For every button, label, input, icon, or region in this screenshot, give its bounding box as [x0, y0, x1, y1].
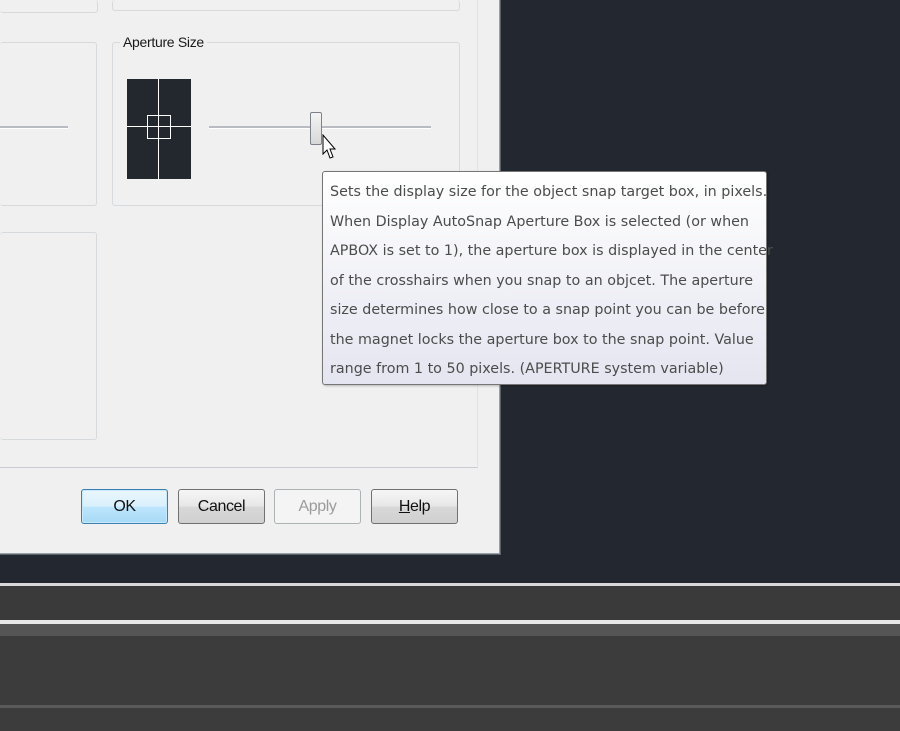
cancel-button-label: Cancel — [197, 497, 246, 515]
tooltip-line: the magnet locks the aperture box to the… — [330, 331, 754, 348]
tooltip-line: size determines how close to a snap poin… — [330, 302, 765, 318]
cancel-button[interactable]: Cancel — [178, 489, 265, 524]
aperture-size-tooltip: Sets the display size for the object sna… — [322, 171, 773, 385]
help-button[interactable]: Help — [371, 489, 458, 524]
tooltip-line: When Display AutoSnap Aperture Box is se… — [330, 213, 749, 230]
drafting-settings-group — [0, 232, 97, 440]
command-area — [0, 636, 900, 731]
tooltip-line: range from 1 to 50 pixels. (APERTURE sys… — [330, 361, 724, 377]
top-left-group — [0, 0, 98, 13]
taskbar-shadow — [0, 624, 900, 636]
tooltip-line: of the crosshairs when you snap to an ob… — [330, 272, 754, 289]
aperture-size-slider-thumb[interactable] — [309, 112, 322, 145]
command-area-separator — [0, 705, 900, 708]
tooltip-line: APBOX is set to 1), the aperture box is … — [330, 243, 773, 259]
ok-button-label: OK — [113, 497, 136, 515]
apply-button-label: Apply — [298, 497, 337, 515]
marker-size-slider[interactable] — [0, 126, 68, 129]
aperture-size-title: Aperture Size — [120, 34, 207, 50]
aperture-box — [147, 115, 171, 139]
ok-button[interactable]: OK — [81, 489, 168, 524]
mouse-pointer-icon — [322, 134, 337, 159]
apply-button[interactable]: Apply — [274, 489, 361, 524]
autosnap-marker-size-group — [0, 42, 97, 206]
tooltip-line: Sets the display size for the object sna… — [330, 184, 768, 200]
taskbar-strip — [0, 586, 900, 620]
aperture-preview — [127, 79, 191, 179]
top-right-group — [112, 0, 460, 11]
help-button-label: elp — [410, 497, 431, 515]
help-button-mnemonic: H — [398, 497, 411, 515]
